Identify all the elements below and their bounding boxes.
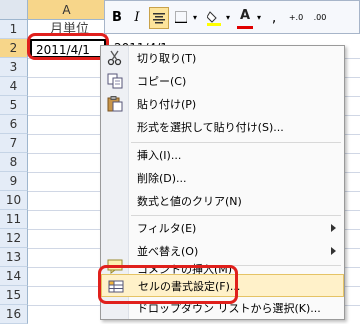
row-header-3[interactable]: 3	[0, 58, 28, 77]
decrease-decimal-button[interactable]: .00	[309, 7, 331, 29]
align-center-icon	[153, 13, 165, 24]
font-color-button[interactable]: A	[237, 7, 253, 29]
fill-color-button[interactable]	[205, 7, 223, 29]
column-header-a[interactable]: A	[28, 0, 106, 20]
borders-dropdown[interactable]: ▾	[191, 7, 199, 29]
menu-item-label: コピー(C)	[137, 75, 187, 88]
row-header-12[interactable]: 12	[0, 229, 28, 248]
menu-item-label: フィルタ(E)	[137, 222, 197, 235]
row-header-9[interactable]: 9	[0, 172, 28, 191]
menu-item-label: 切り取り(T)	[137, 52, 197, 65]
bold-button[interactable]: B	[109, 7, 125, 29]
highlight-box-format-cells	[98, 265, 238, 304]
row-header-2[interactable]: 2	[0, 39, 28, 58]
menu-separator	[131, 142, 341, 143]
menu-item-insert[interactable]: 挿入(I)...	[101, 144, 344, 167]
row-header-15[interactable]: 15	[0, 286, 28, 305]
menu-item-label: 形式を選択して貼り付け(S)...	[137, 121, 284, 134]
row-header-6[interactable]: 6	[0, 115, 28, 134]
menu-item-copy[interactable]: コピー(C)	[101, 70, 344, 93]
mini-toolbar: B I ▾ ▾ A ▾ ‚ +.0 .00	[104, 0, 360, 34]
fill-color-dropdown[interactable]: ▾	[224, 7, 232, 29]
row-header-10[interactable]: 10	[0, 191, 28, 210]
menu-item-clear-contents[interactable]: 数式と値のクリア(N)	[101, 190, 344, 213]
increase-decimal-button[interactable]: +.0	[285, 7, 307, 29]
row-header-4[interactable]: 4	[0, 77, 28, 96]
row-header-13[interactable]: 13	[0, 248, 28, 267]
menu-item-label: 貼り付け(P)	[137, 98, 197, 111]
row-header-1[interactable]: 1	[0, 20, 28, 39]
borders-icon	[175, 11, 187, 24]
row-header-16[interactable]: 16	[0, 305, 28, 324]
row-header-7[interactable]: 7	[0, 134, 28, 153]
highlight-box-cell	[27, 33, 109, 60]
scissors-icon	[107, 50, 122, 66]
menu-item-filter[interactable]: フィルタ(E)	[101, 217, 344, 240]
row-header-5[interactable]: 5	[0, 96, 28, 115]
font-color-dropdown[interactable]: ▾	[255, 7, 263, 29]
align-center-button[interactable]	[149, 7, 169, 29]
menu-item-paste-special[interactable]: 形式を選択して貼り付け(S)...	[101, 116, 344, 139]
menu-item-label: 挿入(I)...	[137, 149, 182, 162]
menu-item-paste[interactable]: 貼り付け(P)	[101, 93, 344, 116]
row-header-11[interactable]: 11	[0, 210, 28, 229]
menu-item-label: 数式と値のクリア(N)	[137, 195, 242, 208]
menu-separator	[131, 215, 341, 216]
select-all-corner[interactable]	[0, 0, 28, 20]
menu-item-cut[interactable]: 切り取り(T)	[101, 47, 344, 70]
menu-item-delete[interactable]: 削除(D)...	[101, 167, 344, 190]
menu-item-label: 削除(D)...	[137, 172, 187, 185]
fill-color-icon	[206, 11, 221, 26]
row-header-8[interactable]: 8	[0, 153, 28, 172]
submenu-arrow-icon	[331, 224, 336, 232]
italic-button[interactable]: I	[129, 7, 145, 29]
paste-icon	[107, 96, 123, 112]
copy-icon	[107, 73, 123, 89]
comma-style-button[interactable]: ‚	[267, 7, 281, 29]
row-header-14[interactable]: 14	[0, 267, 28, 286]
borders-button[interactable]	[173, 7, 189, 29]
